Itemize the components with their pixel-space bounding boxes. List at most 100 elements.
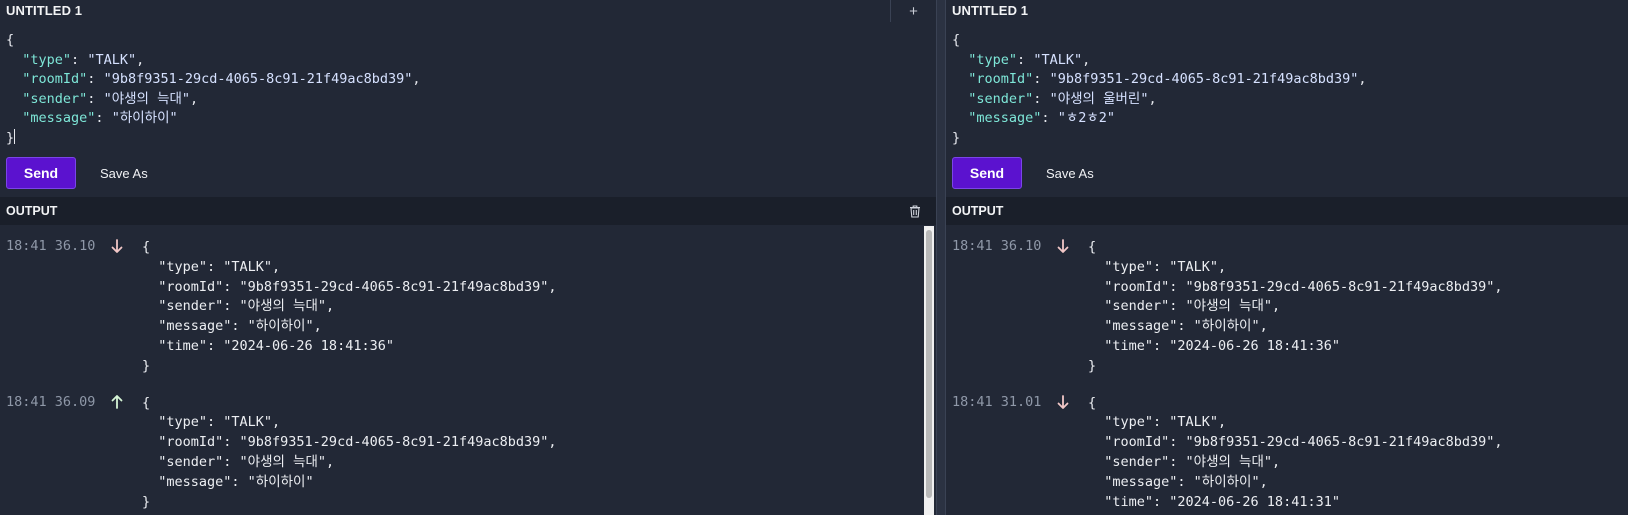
entry-message: { "type": "TALK", "roomId": "9b8f9351-29… (142, 238, 557, 377)
message-line: "time": "2024-06-26 18:41:31" (1088, 493, 1340, 510)
editor-suffix: , (1082, 51, 1091, 68)
editor-line: } (6, 128, 926, 149)
editor-line: { (952, 31, 1618, 51)
app: UNTITLED 1 + { "type": "TALK", "roomId":… (0, 0, 1628, 515)
message-line: } (142, 493, 151, 510)
editor-prefix (6, 71, 22, 87)
editor-line: "type": "TALK", (6, 51, 926, 71)
editor-line: "sender": "야생의 늑대", (6, 90, 926, 110)
json-value: "야생의 울버린" (1049, 90, 1149, 107)
output-entry: 18:41 36.10 { "type": "TALK", "roomId": "… (946, 225, 1628, 376)
tab-title-right[interactable]: UNTITLED 1 (952, 3, 1028, 18)
editor-prefix (6, 91, 22, 107)
message-line: "roomId": "9b8f9351-29cd-4065-8c91-21f49… (142, 434, 557, 451)
request-editor[interactable]: { "type": "TALK", "roomId": "9b8f9351-29… (6, 31, 926, 149)
json-value: "ㅎ2ㅎ2" (1057, 110, 1116, 127)
scrollbar-thumb[interactable] (926, 230, 932, 498)
json-colon: : (1033, 90, 1050, 107)
message-line: { (142, 394, 151, 411)
json-key: "type" (968, 51, 1018, 68)
editor-prefix (952, 52, 968, 68)
message-line: "sender": "야생의 늑대", (1088, 298, 1281, 315)
json-colon: : (1017, 51, 1034, 68)
json-value: "9b8f9351-29cd-4065-8c91-21f49ac8bd39" (103, 71, 413, 88)
editor-prefix: { (6, 32, 15, 48)
json-key: "type" (22, 51, 72, 68)
message-line: "message": "하이하이", (1088, 473, 1268, 490)
json-key: "message" (22, 110, 96, 127)
message-line: "type": "TALK", (142, 414, 281, 431)
tab-bar-right: UNTITLED 1 (946, 0, 1628, 22)
pane-splitter[interactable] (936, 0, 946, 515)
entry-message: { "type": "TALK", "roomId": "9b8f9351-29… (1088, 394, 1503, 515)
editor-prefix: } (952, 129, 961, 146)
editor-line: "roomId": "9b8f9351-29cd-4065-8c91-21f49… (952, 70, 1618, 90)
output-scrollbar[interactable] (924, 226, 934, 515)
right-pane: UNTITLED 1 { "type": "TALK", "roomId": "… (946, 0, 1628, 515)
editor-prefix (952, 71, 968, 87)
entry-time: 18:41 36.10 (6, 238, 96, 254)
request-actions-right: Send Save As (952, 157, 1094, 189)
entry-message: { "type": "TALK", "roomId": "9b8f9351-29… (1088, 238, 1503, 377)
entry-message: { "type": "TALK", "roomId": "9b8f9351-29… (142, 394, 557, 513)
send-button[interactable]: Send (6, 157, 76, 189)
output-log-right[interactable]: 18:41 36.10 { "type": "TALK", "roomId": "… (946, 225, 1628, 515)
editor-suffix: , (1358, 71, 1367, 88)
arrow-down-icon (1057, 394, 1069, 409)
editor-line: "roomId": "9b8f9351-29cd-4065-8c91-21f49… (6, 70, 926, 90)
message-line: { (1088, 239, 1097, 255)
request-editor-right[interactable]: { "type": "TALK", "roomId": "9b8f9351-29… (952, 31, 1618, 149)
json-value: "TALK" (1033, 51, 1083, 68)
entry-time: 18:41 31.01 (952, 393, 1042, 410)
json-value: "하이하이" (111, 110, 178, 127)
message-line: { (1088, 394, 1097, 411)
message-line: "roomId": "9b8f9351-29cd-4065-8c91-21f49… (1088, 434, 1503, 451)
json-colon: : (1041, 110, 1058, 127)
text-cursor (14, 128, 16, 144)
json-key: "sender" (22, 90, 88, 107)
json-key: "roomId" (22, 71, 88, 88)
editor-line: "message": "ㅎ2ㅎ2" (952, 109, 1618, 129)
json-colon: : (1033, 71, 1050, 88)
arrow-down-icon (111, 239, 123, 253)
output-entry: 18:41 31.01 { "type": "TALK", "roomId": "… (946, 381, 1628, 515)
message-line: { (142, 239, 151, 255)
message-line: "roomId": "9b8f9351-29cd-4065-8c91-21f49… (1088, 278, 1503, 295)
message-line: } (142, 357, 151, 374)
json-colon: : (95, 110, 112, 127)
message-line: } (1088, 357, 1097, 374)
add-tab-button[interactable]: + (890, 0, 936, 22)
json-key: "roomId" (968, 71, 1034, 88)
output-title: OUTPUT (6, 204, 58, 218)
trash-icon[interactable] (908, 204, 922, 218)
save-as-button-right[interactable]: Save As (1046, 166, 1094, 181)
left-pane: UNTITLED 1 + { "type": "TALK", "roomId":… (0, 0, 936, 515)
output-header-right: OUTPUT (946, 197, 1628, 225)
editor-suffix: , (190, 90, 199, 107)
message-line: "message": "하이하이" (142, 473, 314, 490)
message-line: "sender": "야생의 늑대", (142, 298, 335, 315)
tab-bar: UNTITLED 1 + (0, 0, 936, 22)
editor-line: } (952, 129, 1618, 149)
editor-prefix: { (952, 32, 961, 48)
message-line: "sender": "야생의 늑대", (1088, 453, 1281, 470)
save-as-button[interactable]: Save As (100, 166, 148, 181)
editor-suffix: , (136, 51, 145, 68)
output-title-right: OUTPUT (952, 204, 1004, 218)
json-key: "sender" (968, 90, 1034, 107)
tab-title[interactable]: UNTITLED 1 (6, 3, 82, 18)
output-log[interactable]: 18:41 36.10 { "type": "TALK", "roomId": "… (0, 225, 936, 515)
request-actions: Send Save As (6, 157, 148, 189)
editor-suffix: , (412, 71, 421, 88)
json-colon: : (87, 90, 104, 107)
editor-prefix (952, 91, 968, 107)
send-button-right[interactable]: Send (952, 157, 1022, 189)
editor-prefix (6, 110, 22, 126)
editor-suffix: , (1148, 90, 1157, 107)
editor-line: { (6, 31, 926, 51)
editor-prefix (6, 52, 22, 68)
json-value: "TALK" (87, 51, 137, 68)
editor-prefix: } (6, 129, 15, 146)
message-line: "type": "TALK", (142, 258, 281, 275)
output-entry: 18:41 36.09 { "type": "TALK", "roomId": "… (0, 381, 936, 512)
